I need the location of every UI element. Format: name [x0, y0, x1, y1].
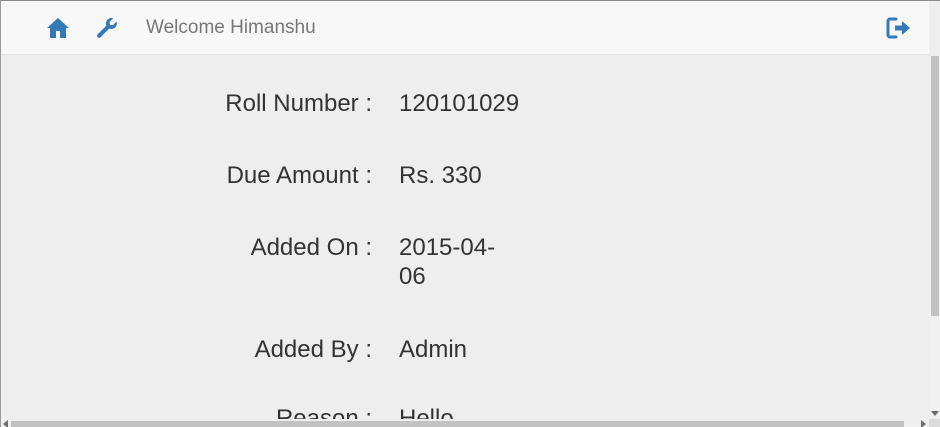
scroll-right-arrow-icon[interactable]: [919, 419, 929, 427]
added-by-label: Added By :: [254, 336, 372, 363]
roll-number-label: Roll Number :: [225, 90, 372, 117]
welcome-link[interactable]: Welcome Himanshu: [146, 15, 316, 41]
due-amount-label: Due Amount :: [226, 162, 372, 189]
due-amount-value: Rs. 330: [399, 162, 482, 189]
top-navbar: Welcome Himanshu: [1, 1, 929, 55]
added-on-label: Added On :: [250, 234, 372, 261]
added-on-value: 2015-04-06: [399, 234, 496, 290]
horizontal-scrollbar[interactable]: [1, 419, 940, 427]
home-icon[interactable]: [45, 15, 71, 41]
scrollbar-corner: [929, 419, 940, 427]
vertical-scroll-thumb[interactable]: [931, 56, 939, 316]
vertical-scrollbar[interactable]: [929, 56, 940, 419]
added-by-value: Admin: [399, 336, 468, 363]
app-window: Welcome Himanshu Roll Number : 120101029…: [0, 0, 940, 427]
details-panel: Roll Number : 120101029 Due Amount : Rs.…: [1, 56, 929, 427]
wrench-icon[interactable]: [94, 15, 120, 41]
roll-number-value: 120101029: [399, 90, 520, 117]
horizontal-scroll-thumb[interactable]: [11, 421, 904, 427]
scroll-down-arrow-icon[interactable]: [929, 409, 940, 419]
scroll-left-arrow-icon[interactable]: [1, 419, 11, 427]
logout-icon[interactable]: [886, 15, 912, 41]
